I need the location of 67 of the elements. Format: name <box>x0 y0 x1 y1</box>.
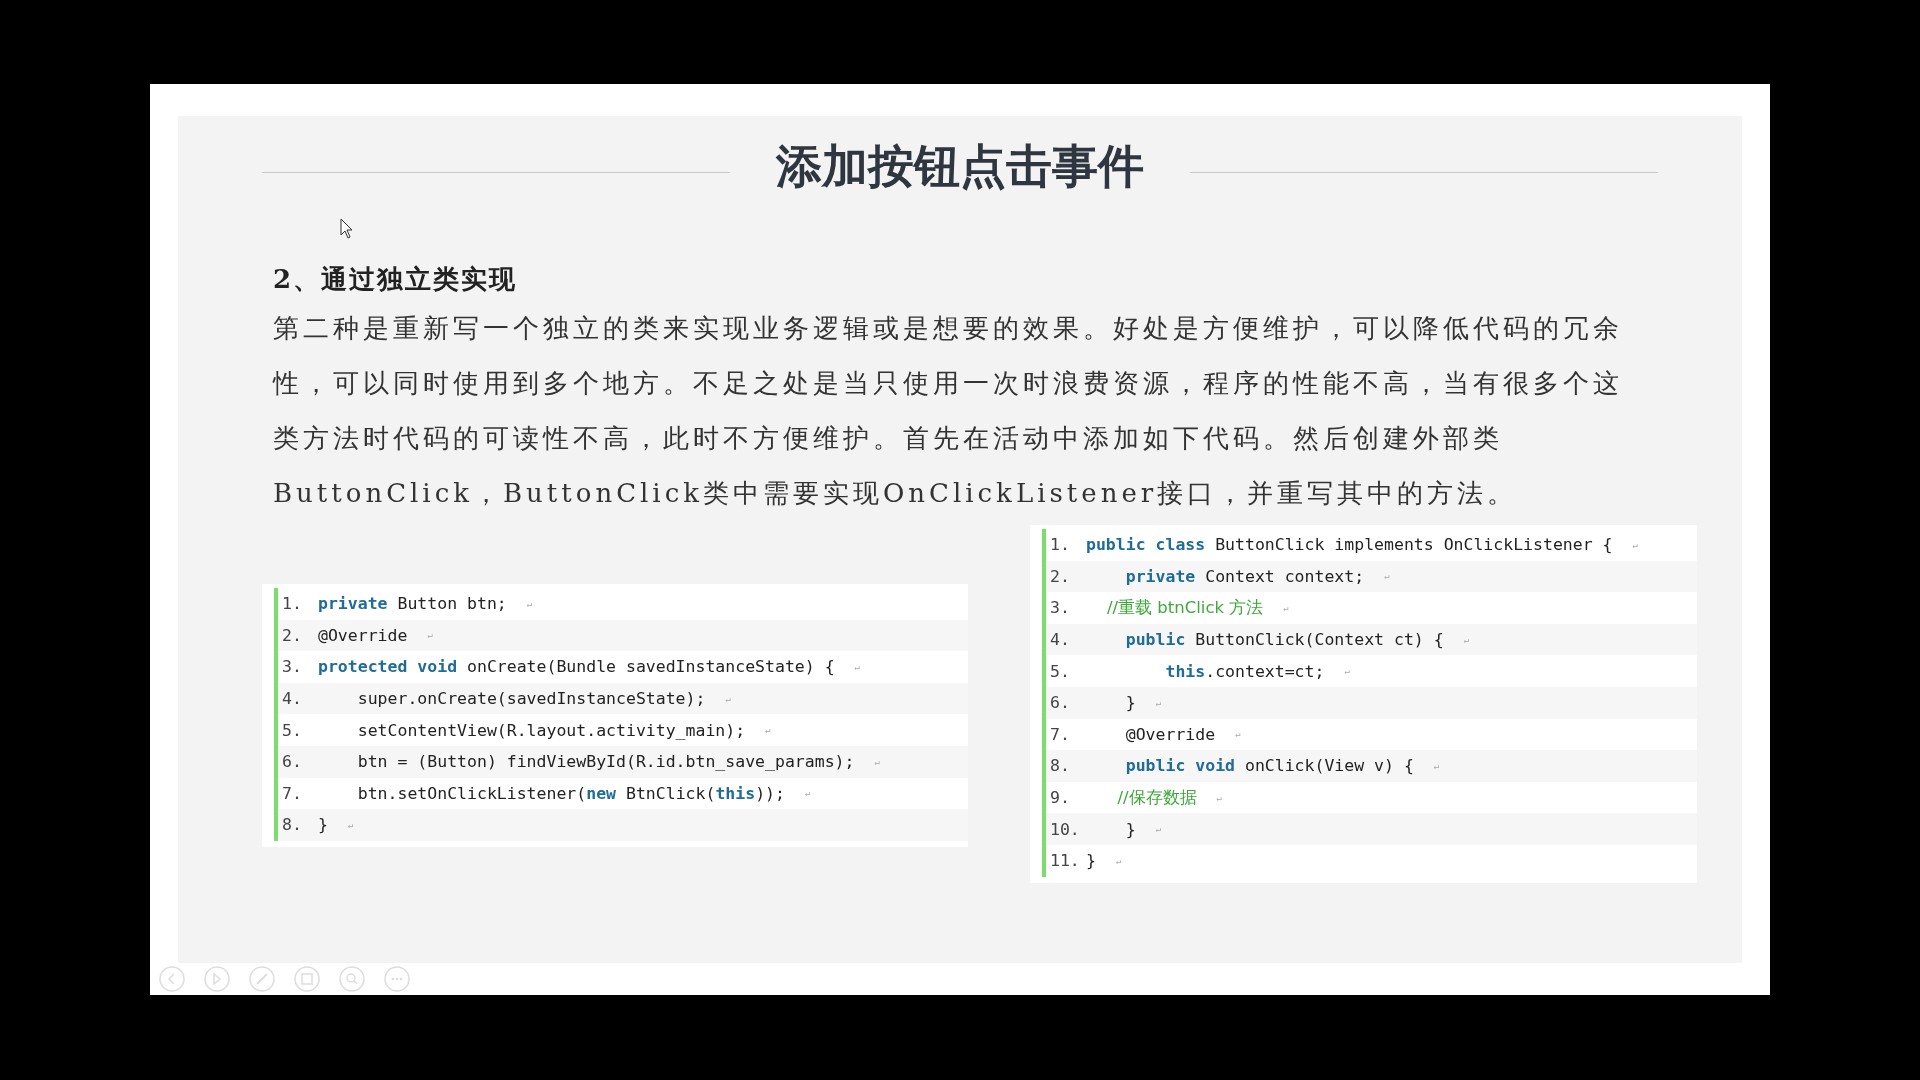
line-number: 11. <box>1050 851 1081 871</box>
code-line: btn.setOnClickListener(new BtnClick(this)); <box>356 783 785 803</box>
line-number: 3. <box>282 657 303 677</box>
paragraph-mark: ↵ <box>1632 539 1638 550</box>
line-number: 2. <box>1050 566 1071 586</box>
line-number: 10. <box>1050 819 1081 839</box>
paragraph-mark: ↵ <box>1216 792 1222 803</box>
paragraph-mark: ↵ <box>874 756 880 767</box>
line-number: 5. <box>282 720 303 740</box>
line-number: 4. <box>282 689 303 709</box>
line-number: 6. <box>282 752 303 772</box>
paragraph-mark: ↵ <box>854 662 860 672</box>
code-line: private Context context; <box>1124 566 1365 586</box>
paragraph-mark: ↵ <box>1235 729 1241 740</box>
code-line: protected void onCreate(Bundle savedInstanceState) { <box>318 657 835 677</box>
code-line: } <box>1086 851 1096 871</box>
more-icon[interactable] <box>384 966 410 992</box>
paragraph-mark: ↵ <box>725 693 731 704</box>
code-line: //保存数据 <box>1116 786 1197 809</box>
pen-icon[interactable] <box>249 966 275 992</box>
code-line: @Override <box>318 625 408 645</box>
code-line: setContentView(R.layout.activity_main); <box>356 720 746 740</box>
paragraph-mark: ↵ <box>765 725 771 736</box>
paragraph-mark: ↵ <box>1463 634 1470 645</box>
line-number: 5. <box>1050 661 1071 681</box>
paragraph-mark: ↵ <box>1283 603 1289 613</box>
line-number: 3. <box>1050 598 1071 618</box>
screen-icon[interactable] <box>294 966 320 992</box>
paragraph-mark: ↵ <box>427 630 433 641</box>
code-line: } <box>1124 693 1136 713</box>
search-icon[interactable] <box>339 966 365 992</box>
paragraph-mark: ↵ <box>1433 760 1440 771</box>
line-number: 9. <box>1050 788 1071 808</box>
paragraph-mark: ↵ <box>1155 824 1162 835</box>
play-icon[interactable] <box>204 966 230 992</box>
line-number: 7. <box>1050 724 1071 744</box>
line-number: 8. <box>1050 756 1071 776</box>
code-line: public void onClick(View v) { <box>1124 756 1414 776</box>
line-number: 7. <box>282 783 303 803</box>
paragraph-mark: ↵ <box>804 788 811 799</box>
line-number: 6. <box>1050 693 1071 713</box>
paragraph-mark: ↵ <box>1384 571 1390 582</box>
section-heading: 2、通过独立类实现 <box>273 263 519 296</box>
code-line: public class ButtonClick implements OnClickListener { <box>1086 535 1613 555</box>
paragraph-mark: ↵ <box>1155 697 1162 708</box>
code-line: //重载 btnClick 方法 <box>1105 597 1264 619</box>
paragraph-mark: ↵ <box>1115 855 1122 866</box>
line-number: 4. <box>1050 630 1071 650</box>
code-line: private Button btn; <box>318 594 507 614</box>
code-line: } <box>318 815 328 835</box>
mouse-cursor-icon <box>340 218 354 240</box>
code-line: this.context=ct; <box>1164 661 1325 681</box>
line-number: 8. <box>282 815 303 835</box>
code-line: @Override <box>1124 724 1216 744</box>
previous-icon[interactable] <box>159 966 185 992</box>
line-number: 1. <box>282 594 303 614</box>
slide-title: 添加按钮点击事件 <box>776 138 1144 195</box>
line-number: 1. <box>1050 535 1071 555</box>
paragraph-mark: ↵ <box>526 598 533 609</box>
code-line: super.onCreate(savedInstanceState); <box>356 689 706 709</box>
paragraph-mark: ↵ <box>347 819 354 830</box>
body-paragraph: 第二种是重新写一个独立的类来实现业务逻辑或是想要的效果。好处是方便维护，可以降低代码的冗余性，可以同时使用到多个地方。不足之处是当只使用一次时浪费资源，程序的性能不高，当有很多个这类方法时代码的可读性不高，此时不方便维护。首先在活动中添加如下代码。然后创建外部类ButtonClick，ButtonClick类中需要实现OnClickListener接口，并重写其中的方法。 <box>273 312 1624 510</box>
code-line: } <box>1124 819 1136 839</box>
paragraph-mark: ↵ <box>1344 666 1350 677</box>
line-number: 2. <box>282 625 303 645</box>
code-line: public ButtonClick(Context ct) { <box>1124 630 1444 650</box>
code-line: btn = (Button) findViewById(R.id.btn_save_params); <box>356 752 855 772</box>
